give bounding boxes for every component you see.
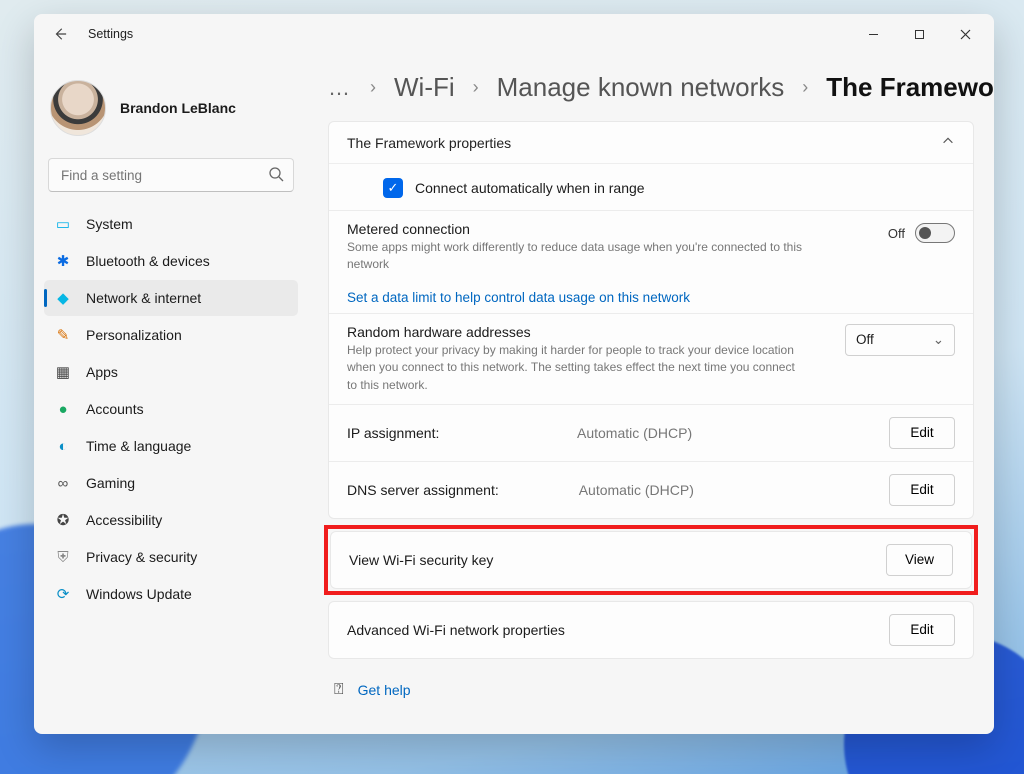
sidebar-item-windows-update[interactable]: ⟳ Windows Update [44, 576, 298, 612]
sidebar-item-bluetooth[interactable]: ✱ Bluetooth & devices [44, 243, 298, 279]
sidebar-item-label: Gaming [86, 475, 135, 491]
chevron-down-icon: ⌄ [933, 332, 944, 348]
auto-connect-label: Connect automatically when in range [415, 180, 645, 196]
sidebar-item-label: Time & language [86, 438, 191, 454]
ip-assignment-label: IP assignment: [347, 425, 497, 441]
auto-connect-checkbox[interactable]: ✓ [383, 178, 403, 198]
sidebar-item-label: Windows Update [86, 586, 192, 602]
help-icon: ⍰ [334, 681, 344, 699]
shield-icon: ⛨ [54, 548, 72, 566]
dns-assignment-label: DNS server assignment: [347, 482, 499, 498]
sidebar-item-label: Network & internet [86, 290, 201, 306]
grid-icon: ▦ [54, 363, 72, 381]
breadcrumb-wifi[interactable]: Wi-Fi [394, 72, 455, 103]
bluetooth-icon: ✱ [54, 252, 72, 270]
sidebar-item-accounts[interactable]: ● Accounts [44, 391, 298, 427]
metered-toggle[interactable] [915, 223, 955, 243]
chevron-right-icon: › [370, 77, 376, 98]
accessibility-icon: ✪ [54, 511, 72, 529]
ip-assignment-edit-button[interactable]: Edit [889, 417, 955, 449]
settings-window: Settings Brandon LeBlanc ▭ System ✱ Blueto… [34, 14, 994, 734]
back-button[interactable] [50, 24, 70, 44]
globe-icon: ◐ [54, 437, 72, 455]
sidebar-item-label: Bluetooth & devices [86, 253, 210, 269]
display-icon: ▭ [54, 215, 72, 233]
dns-assignment-edit-button[interactable]: Edit [889, 474, 955, 506]
metered-toggle-label: Off [888, 226, 905, 241]
sidebar-item-accessibility[interactable]: ✪ Accessibility [44, 502, 298, 538]
breadcrumb-manage-known-networks[interactable]: Manage known networks [497, 72, 785, 103]
sidebar: Brandon LeBlanc ▭ System ✱ Bluetooth & dev… [34, 54, 304, 734]
random-mac-value: Off [856, 332, 874, 347]
search-input[interactable] [48, 158, 294, 192]
section-header[interactable]: The Framework properties [329, 122, 973, 164]
chevron-right-icon: › [473, 77, 479, 98]
titlebar: Settings [34, 14, 994, 54]
user-name: Brandon LeBlanc [120, 100, 236, 116]
sidebar-item-label: Personalization [86, 327, 182, 343]
sidebar-item-privacy[interactable]: ⛨ Privacy & security [44, 539, 298, 575]
gamepad-icon: ∞ [54, 474, 72, 492]
section-title: The Framework properties [347, 135, 511, 151]
wifi-icon: ◆ [54, 289, 72, 307]
sidebar-item-time-language[interactable]: ◐ Time & language [44, 428, 298, 464]
chevron-right-icon: › [802, 77, 808, 98]
random-mac-select[interactable]: Off ⌄ [845, 324, 955, 356]
sidebar-item-network[interactable]: ◆ Network & internet [44, 280, 298, 316]
metered-desc: Some apps might work differently to redu… [347, 239, 807, 274]
breadcrumb: … › Wi-Fi › Manage known networks › The … [328, 72, 974, 103]
avatar [50, 80, 106, 136]
breadcrumb-overflow[interactable]: … [328, 75, 352, 101]
sidebar-item-apps[interactable]: ▦ Apps [44, 354, 298, 390]
data-limit-link[interactable]: Set a data limit to help control data us… [347, 284, 690, 313]
sidebar-item-label: Accounts [86, 401, 144, 417]
sidebar-item-label: Apps [86, 364, 118, 380]
properties-card: The Framework properties ✓ Connect autom… [328, 121, 974, 519]
close-button[interactable] [942, 14, 988, 54]
advanced-edit-button[interactable]: Edit [889, 614, 955, 646]
minimize-button[interactable] [850, 14, 896, 54]
ip-assignment-value: Automatic (DHCP) [577, 425, 692, 441]
brush-icon: ✎ [54, 326, 72, 344]
get-help-link[interactable]: Get help [358, 682, 411, 698]
help-row: ⍰ Get help [328, 681, 974, 699]
random-mac-title: Random hardware addresses [347, 324, 807, 340]
dns-assignment-value: Automatic (DHCP) [579, 482, 694, 498]
maximize-button[interactable] [896, 14, 942, 54]
metered-title: Metered connection [347, 221, 807, 237]
sidebar-item-personalization[interactable]: ✎ Personalization [44, 317, 298, 353]
sidebar-item-label: Privacy & security [86, 549, 197, 565]
sidebar-item-label: System [86, 216, 133, 232]
random-mac-desc: Help protect your privacy by making it h… [347, 342, 807, 394]
advanced-label: Advanced Wi-Fi network properties [347, 622, 565, 638]
security-key-card: View Wi-Fi security key View [330, 531, 972, 589]
advanced-card: Advanced Wi-Fi network properties Edit [328, 601, 974, 659]
sidebar-item-label: Accessibility [86, 512, 162, 528]
person-icon: ● [54, 400, 72, 418]
view-security-key-button[interactable]: View [886, 544, 953, 576]
main-content: … › Wi-Fi › Manage known networks › The … [304, 54, 994, 734]
breadcrumb-current: The Framework [826, 72, 994, 103]
highlight-annotation: View Wi-Fi security key View [324, 525, 978, 595]
search-container [48, 158, 294, 192]
refresh-icon: ⟳ [54, 585, 72, 603]
security-key-label: View Wi-Fi security key [349, 552, 493, 568]
sidebar-item-system[interactable]: ▭ System [44, 206, 298, 242]
sidebar-nav: ▭ System ✱ Bluetooth & devices ◆ Network & … [44, 206, 298, 612]
app-title: Settings [88, 27, 133, 41]
chevron-up-icon [941, 134, 955, 151]
sidebar-item-gaming[interactable]: ∞ Gaming [44, 465, 298, 501]
user-block[interactable]: Brandon LeBlanc [44, 64, 298, 148]
